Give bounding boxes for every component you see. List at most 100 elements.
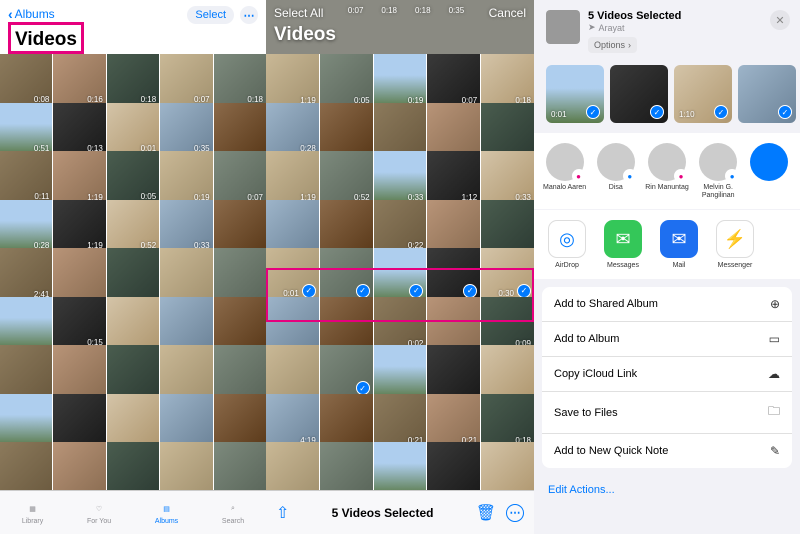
trash-button[interactable]: 🗑	[476, 503, 496, 523]
contact-item[interactable]: ●Melvin G. Pangilinan	[696, 143, 741, 199]
video-thumb[interactable]	[266, 345, 319, 398]
video-thumb[interactable]	[374, 345, 427, 398]
video-thumb[interactable]: 1:19	[53, 151, 105, 203]
selected-thumb[interactable]: 0:01✓	[546, 65, 604, 123]
video-thumb[interactable]: 0:07	[214, 151, 266, 203]
video-thumb[interactable]	[374, 103, 427, 156]
tab-search[interactable]: ⌕ Search	[222, 501, 244, 525]
video-thumb[interactable]: 0:01✓	[266, 248, 319, 301]
video-thumb[interactable]: 4:19	[266, 394, 319, 447]
app-item[interactable]: ◎AirDrop	[542, 220, 592, 269]
video-thumb[interactable]	[266, 200, 319, 253]
contact-item[interactable]: ●Disa	[593, 143, 638, 199]
app-item[interactable]: ✉Mail	[654, 220, 704, 269]
video-thumb[interactable]	[0, 442, 52, 490]
video-thumb[interactable]: 0:13	[53, 103, 105, 155]
video-thumb[interactable]: ✓	[320, 345, 373, 398]
more-button[interactable]: ⋯	[506, 504, 524, 522]
video-thumb[interactable]: ✓	[374, 248, 427, 301]
video-thumb[interactable]	[427, 103, 480, 156]
video-thumb[interactable]	[107, 345, 159, 397]
contact-item[interactable]	[747, 143, 792, 199]
video-thumb[interactable]: 0:33	[374, 151, 427, 204]
action-row[interactable]: Copy iCloud Link☁	[542, 357, 792, 392]
video-thumb[interactable]	[107, 248, 159, 300]
share-button[interactable]: ⇧	[276, 503, 289, 523]
video-thumb[interactable]: 0:21	[374, 394, 427, 447]
video-thumb[interactable]	[214, 297, 266, 349]
video-thumb[interactable]	[53, 248, 105, 300]
video-thumb[interactable]: 0:08	[0, 54, 52, 106]
video-thumb[interactable]	[214, 345, 266, 397]
edit-actions-button[interactable]: Edit Actions...	[534, 476, 800, 504]
video-thumb[interactable]	[320, 103, 373, 156]
video-thumb[interactable]	[53, 442, 105, 490]
video-thumb[interactable]: 0:33	[481, 151, 534, 204]
video-thumb[interactable]: 0:51	[0, 103, 52, 155]
action-row[interactable]: Add to Album▭	[542, 322, 792, 357]
video-thumb[interactable]: 0:28	[266, 103, 319, 156]
video-thumb[interactable]	[320, 394, 373, 447]
video-thumb[interactable]: 0:02	[374, 297, 427, 350]
video-thumb[interactable]: ✓	[320, 248, 373, 301]
video-thumb[interactable]	[320, 442, 373, 490]
video-thumb[interactable]	[107, 394, 159, 446]
more-button[interactable]: ⋯	[240, 6, 258, 24]
video-thumb[interactable]: 0:05	[320, 54, 373, 107]
video-thumb[interactable]: 0:28	[0, 200, 52, 252]
video-thumb[interactable]	[214, 200, 266, 252]
video-thumb[interactable]	[107, 297, 159, 349]
selected-thumb[interactable]: ✓	[610, 65, 668, 123]
tab-albums[interactable]: ▤ Albums	[155, 501, 178, 525]
video-thumb[interactable]	[374, 442, 427, 490]
video-thumb[interactable]: 0:01	[107, 103, 159, 155]
video-thumb[interactable]	[0, 345, 52, 397]
video-thumb[interactable]	[481, 200, 534, 253]
video-thumb[interactable]: 0:11	[0, 151, 52, 203]
video-thumb[interactable]: 0:30✓	[481, 248, 534, 301]
video-thumb[interactable]: 1:12	[427, 151, 480, 204]
video-thumb[interactable]	[53, 345, 105, 397]
video-thumb[interactable]	[266, 297, 319, 350]
app-item[interactable]: ⚡Messenger	[710, 220, 760, 269]
video-thumb[interactable]: 0:07	[160, 54, 212, 106]
video-thumb[interactable]: 0:05	[107, 151, 159, 203]
video-thumb[interactable]	[427, 297, 480, 350]
close-button[interactable]: ✕	[770, 10, 790, 30]
video-thumb[interactable]	[266, 442, 319, 490]
tab-foryou[interactable]: ♡ For You	[87, 501, 111, 525]
video-thumb[interactable]: 0:16	[53, 54, 105, 106]
video-thumb[interactable]	[481, 442, 534, 490]
video-thumb[interactable]: 0:22	[374, 200, 427, 253]
video-thumb[interactable]: 0:15	[53, 297, 105, 349]
video-thumb[interactable]: 0:09	[481, 297, 534, 350]
action-row[interactable]: Add to Shared Album⊕	[542, 287, 792, 322]
video-thumb[interactable]	[107, 442, 159, 490]
select-button[interactable]: Select	[187, 6, 234, 24]
video-thumb[interactable]: ✓	[427, 248, 480, 301]
video-thumb[interactable]: 0:33	[160, 200, 212, 252]
video-thumb[interactable]: 0:18	[481, 394, 534, 447]
video-thumb[interactable]	[214, 103, 266, 155]
video-thumb[interactable]: 0:18	[107, 54, 159, 106]
contact-item[interactable]: ●Rin Manuntag	[644, 143, 689, 199]
video-thumb[interactable]	[320, 297, 373, 350]
video-thumb[interactable]: 1:19	[266, 54, 319, 107]
video-thumb[interactable]: 0:19	[374, 54, 427, 107]
video-thumb[interactable]	[160, 394, 212, 446]
video-thumb[interactable]: 0:18	[214, 54, 266, 106]
video-thumb[interactable]	[160, 345, 212, 397]
video-thumb[interactable]: 0:52	[320, 151, 373, 204]
video-thumb[interactable]	[427, 345, 480, 398]
video-thumb[interactable]: 0:18	[481, 54, 534, 107]
video-thumb[interactable]: 1:19	[266, 151, 319, 204]
video-thumb[interactable]	[160, 297, 212, 349]
video-thumb[interactable]: 0:19	[160, 151, 212, 203]
video-thumb[interactable]	[320, 200, 373, 253]
video-thumb[interactable]	[214, 394, 266, 446]
video-thumb[interactable]: 2:41	[0, 248, 52, 300]
video-thumb[interactable]: 1:19	[53, 200, 105, 252]
select-all-button[interactable]: Select All	[274, 6, 323, 20]
video-thumb[interactable]	[214, 442, 266, 490]
video-thumb[interactable]	[481, 103, 534, 156]
